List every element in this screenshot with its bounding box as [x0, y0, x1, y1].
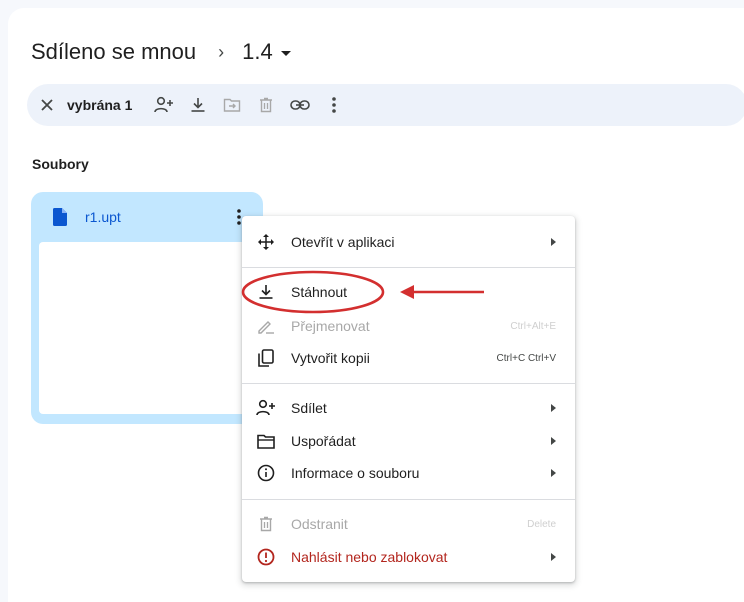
- menu-item-shortcut: Delete: [527, 518, 556, 530]
- menu-item-label: Otevřít v aplikaci: [291, 234, 395, 250]
- download-icon: [256, 282, 276, 302]
- menu-item-download[interactable]: Stáhnout: [242, 276, 575, 308]
- menu-item-label: Stáhnout: [291, 284, 348, 300]
- menu-item-label: Odstranit: [291, 516, 348, 532]
- breadcrumb: Sdíleno se mnou › 1.4: [31, 36, 291, 68]
- document-icon: [53, 208, 67, 226]
- breadcrumb-current-folder[interactable]: 1.4: [242, 39, 291, 65]
- share-icon: [256, 398, 276, 418]
- submenu-arrow-icon: [551, 404, 556, 412]
- trash-icon[interactable]: [256, 95, 276, 115]
- menu-item-label: Nahlásit nebo zablokovat: [291, 549, 448, 565]
- copy-icon: [256, 348, 276, 368]
- menu-item-open-with[interactable]: Otevřít v aplikaci: [242, 226, 575, 258]
- submenu-arrow-icon: [551, 437, 556, 445]
- link-icon[interactable]: [290, 95, 311, 115]
- close-icon[interactable]: [37, 95, 57, 115]
- submenu-arrow-icon: [551, 469, 556, 477]
- share-icon[interactable]: [154, 95, 174, 115]
- menu-item-rename[interactable]: Přejmenovat Ctrl+Alt+E: [242, 310, 575, 342]
- section-label-files: Soubory: [32, 156, 89, 172]
- selection-count: vybrána 1: [67, 97, 133, 113]
- menu-item-label: Sdílet: [291, 400, 327, 416]
- menu-item-report-block[interactable]: Nahlásit nebo zablokovat: [242, 541, 575, 573]
- caret-down-icon: [280, 50, 291, 56]
- info-icon: [256, 463, 276, 483]
- menu-item-delete[interactable]: Odstranit Delete: [242, 508, 575, 540]
- file-name: r1.upt: [85, 209, 121, 225]
- trash-icon: [256, 514, 276, 534]
- menu-item-make-copy[interactable]: Vytvořit kopii Ctrl+C Ctrl+V: [242, 342, 575, 374]
- menu-item-organize[interactable]: Uspořádat: [242, 425, 575, 457]
- submenu-arrow-icon: [551, 553, 556, 561]
- rename-icon: [256, 316, 276, 336]
- selection-toolbar: vybrána 1: [27, 84, 744, 126]
- open-with-icon: [256, 232, 276, 252]
- menu-item-label: Přejmenovat: [291, 318, 370, 334]
- move-icon[interactable]: [222, 95, 242, 115]
- folder-icon: [256, 431, 276, 451]
- menu-divider: [242, 499, 575, 500]
- more-vert-icon[interactable]: [324, 95, 344, 115]
- menu-item-label: Uspořádat: [291, 433, 356, 449]
- menu-item-file-info[interactable]: Informace o souboru: [242, 457, 575, 489]
- breadcrumb-current-label: 1.4: [242, 39, 273, 64]
- report-icon: [256, 547, 276, 567]
- menu-item-label: Vytvořit kopii: [291, 350, 370, 366]
- file-preview: [39, 242, 251, 414]
- submenu-arrow-icon: [551, 238, 556, 246]
- menu-divider: [242, 267, 575, 268]
- breadcrumb-separator: ›: [218, 41, 225, 62]
- menu-item-share[interactable]: Sdílet: [242, 392, 575, 424]
- download-icon[interactable]: [188, 95, 208, 115]
- file-card-selected[interactable]: r1.upt: [31, 192, 263, 424]
- menu-item-label: Informace o souboru: [291, 465, 420, 481]
- menu-divider: [242, 383, 575, 384]
- breadcrumb-root[interactable]: Sdíleno se mnou: [31, 39, 196, 65]
- menu-item-shortcut: Ctrl+C Ctrl+V: [496, 352, 556, 364]
- context-menu: Otevřít v aplikaci Stáhnout Přejmenovat …: [242, 216, 575, 582]
- menu-item-shortcut: Ctrl+Alt+E: [510, 320, 556, 332]
